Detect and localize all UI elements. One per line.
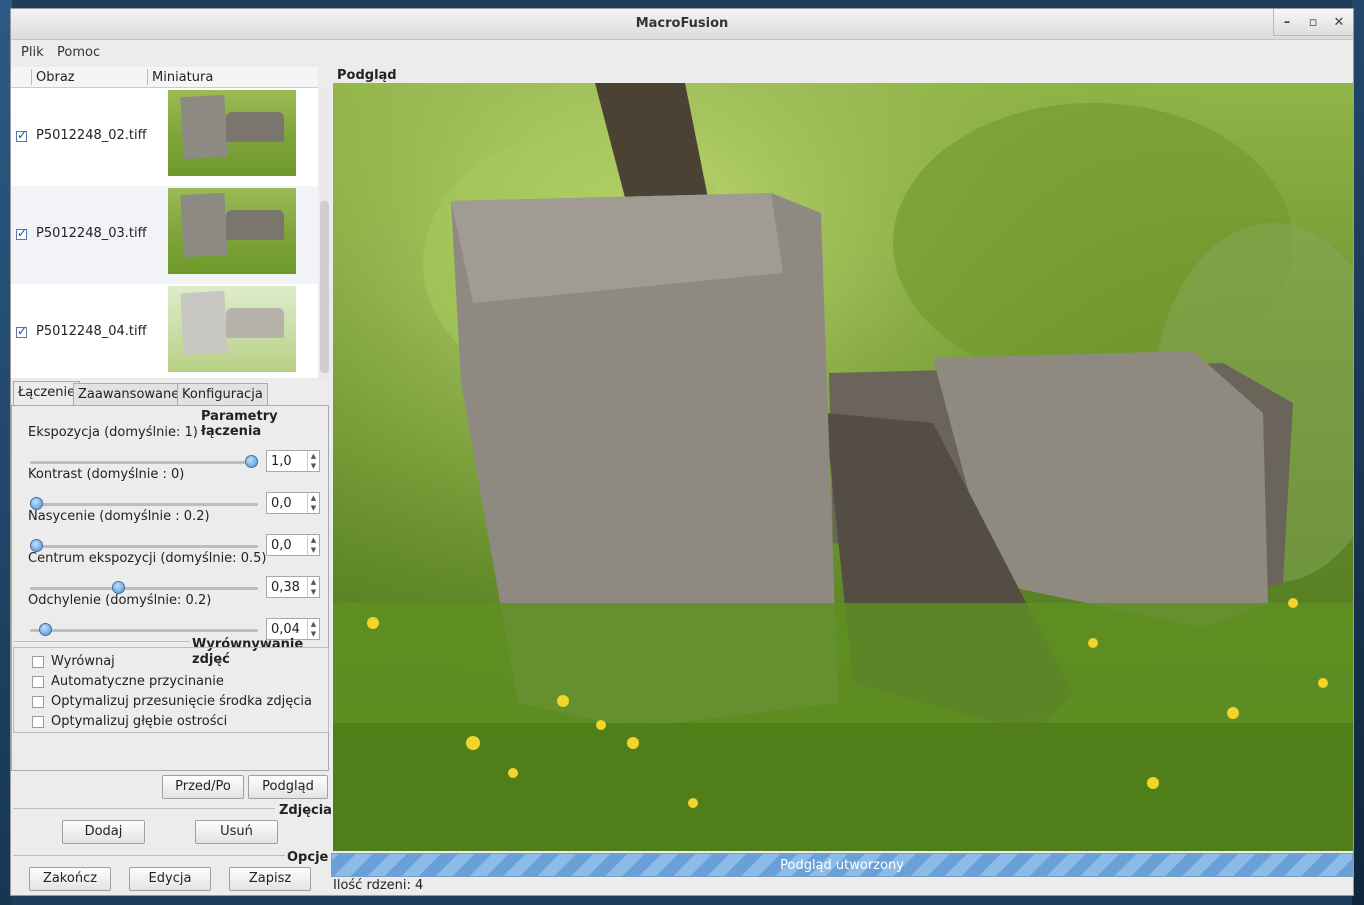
deviation-slider[interactable] <box>30 623 258 636</box>
before-after-button[interactable]: Przed/Po <box>162 775 244 799</box>
menu-bar: Plik Pomoc <box>11 40 1353 66</box>
optimize-center-checkbox[interactable] <box>32 696 44 708</box>
spin-arrows-icon[interactable]: ▲ ▼ <box>307 577 319 597</box>
list-scrollbar-thumb[interactable] <box>320 201 329 373</box>
exposure-center-label: Centrum ekspozycji (domyślnie: 0.5) <box>28 551 267 566</box>
main-window: MacroFusion – ▫ ✕ Plik Pomoc Obraz Minia… <box>10 8 1354 896</box>
divider <box>14 641 190 642</box>
menu-file[interactable]: Plik <box>21 45 44 60</box>
list-item[interactable]: P5012248_04.tiff <box>11 284 318 378</box>
contrast-label: Kontrast (domyślnie : 0) <box>28 467 185 482</box>
optimize-center-label[interactable]: Optymalizuj przesunięcie środka zdjęcia <box>51 694 312 709</box>
divider <box>13 855 285 856</box>
params-group-title: Parametry łączenia <box>201 409 278 439</box>
align-checkbox[interactable] <box>32 656 44 668</box>
exposure-label: Ekspozycja (domyślnie: 1) <box>28 425 198 440</box>
tab-advanced[interactable]: Zaawansowane <box>73 383 185 405</box>
spin-arrows-icon[interactable]: ▲ ▼ <box>307 493 319 513</box>
list-item-thumbnail <box>168 188 296 274</box>
saturation-slider[interactable] <box>30 539 258 552</box>
save-button[interactable]: Zapisz <box>229 867 311 891</box>
deviation-label: Odchylenie (domyślnie: 0.2) <box>28 593 212 608</box>
preview-photo <box>333 83 1353 851</box>
list-item[interactable]: P5012248_02.tiff <box>11 88 318 186</box>
list-item-filename: P5012248_03.tiff <box>36 226 147 241</box>
list-item-checkbox[interactable] <box>16 226 27 240</box>
slider-handle[interactable] <box>245 455 258 468</box>
preview-button[interactable]: Podgląd <box>248 775 328 799</box>
column-image[interactable]: Obraz <box>36 70 75 85</box>
tab-blending[interactable]: Łączenie <box>13 381 81 405</box>
exposure-center-slider[interactable] <box>30 581 258 594</box>
spin-arrows-icon[interactable]: ▲ ▼ <box>307 619 319 639</box>
saturation-label: Nasycenie (domyślnie : 0.2) <box>28 509 210 524</box>
list-item-checkbox[interactable] <box>16 324 27 338</box>
photos-group-title: Zdjęcia <box>279 803 332 818</box>
list-item-thumbnail <box>168 286 296 372</box>
list-item-filename: P5012248_04.tiff <box>36 324 147 339</box>
quit-button[interactable]: Zakończ <box>29 867 111 891</box>
slider-handle[interactable] <box>38 623 52 636</box>
autocrop-label[interactable]: Automatyczne przycinanie <box>51 674 224 689</box>
preview-label: Podgląd <box>337 68 397 83</box>
optimize-dof-label[interactable]: Optymalizuj głębie ostrości <box>51 714 227 729</box>
contrast-slider[interactable] <box>30 497 258 510</box>
exposure-slider[interactable] <box>30 455 258 468</box>
exposure-spinbox[interactable]: 1,0 ▲ ▼ <box>266 450 320 472</box>
window-controls: – ▫ ✕ <box>1273 9 1353 36</box>
progress-bar: Podgląd utworzony <box>331 853 1353 877</box>
optimize-dof-checkbox[interactable] <box>32 716 44 728</box>
progress-text: Podgląd utworzony <box>780 858 904 873</box>
spinbox-value: 0,0 <box>271 496 292 511</box>
column-thumbnail[interactable]: Miniatura <box>152 70 213 85</box>
divider <box>13 808 275 809</box>
list-item-checkbox[interactable] <box>16 128 27 142</box>
menu-help[interactable]: Pomoc <box>57 45 100 60</box>
list-item[interactable]: P5012248_03.tiff <box>11 186 318 284</box>
window-title: MacroFusion <box>635 16 729 31</box>
align-label[interactable]: Wyrównaj <box>51 654 115 669</box>
spin-arrows-icon[interactable]: ▲ ▼ <box>307 451 319 471</box>
image-list: P5012248_02.tiff P5012248_03.tiff P50122… <box>11 88 318 378</box>
options-group-title: Opcje <box>287 850 329 865</box>
saturation-spinbox[interactable]: 0,0 ▲ ▼ <box>266 534 320 556</box>
autocrop-checkbox[interactable] <box>32 676 44 688</box>
edit-button[interactable]: Edycja <box>129 867 211 891</box>
status-cores: Ilość rdzeni: 4 <box>333 878 424 893</box>
minimize-icon[interactable]: – <box>1274 9 1300 35</box>
preview-image <box>333 83 1353 851</box>
spinbox-value: 0,0 <box>271 538 292 553</box>
list-item-thumbnail <box>168 90 296 176</box>
spinbox-value: 0,38 <box>271 580 300 595</box>
spinbox-value: 0,04 <box>271 622 300 637</box>
tab-configuration[interactable]: Konfiguracja <box>177 383 268 405</box>
exposure-center-spinbox[interactable]: 0,38 ▲ ▼ <box>266 576 320 598</box>
spin-arrows-icon[interactable]: ▲ ▼ <box>307 535 319 555</box>
align-options-box: Wyrównaj Automatyczne przycinanie Optyma… <box>13 647 329 733</box>
maximize-icon[interactable]: ▫ <box>1300 9 1326 35</box>
contrast-spinbox[interactable]: 0,0 ▲ ▼ <box>266 492 320 514</box>
spinbox-value: 1,0 <box>271 454 292 469</box>
close-icon[interactable]: ✕ <box>1326 9 1352 35</box>
image-list-header: Obraz Miniatura <box>11 67 318 88</box>
list-item-filename: P5012248_02.tiff <box>36 128 147 143</box>
remove-button[interactable]: Usuń <box>195 820 278 844</box>
add-button[interactable]: Dodaj <box>62 820 145 844</box>
